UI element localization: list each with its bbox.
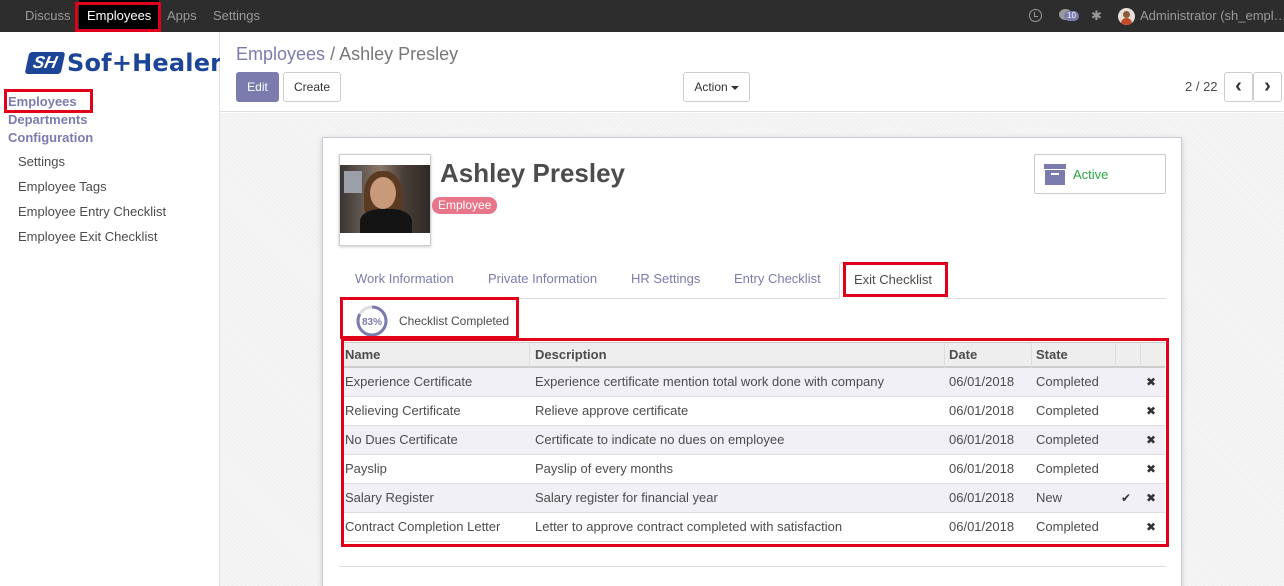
- active-toggle-button[interactable]: Active: [1034, 154, 1166, 194]
- tab-work-information[interactable]: Work Information: [355, 262, 454, 299]
- action-label: Action: [694, 80, 728, 94]
- remove-x-icon[interactable]: ✖: [1146, 455, 1156, 483]
- employee-form-sheet: Ashley Presley Employee Active Work Info…: [322, 137, 1182, 586]
- logo-mark: SH: [24, 52, 66, 74]
- checklist-completed-label: Checklist Completed: [399, 314, 510, 328]
- remove-x-icon[interactable]: ✖: [1146, 368, 1156, 396]
- logo-text: Sof+Healer: [67, 49, 223, 77]
- cell-state: Completed: [1036, 461, 1099, 476]
- cell-date: 06/01/2018: [949, 403, 1015, 418]
- edit-button[interactable]: Edit: [236, 72, 279, 102]
- menu-apps[interactable]: Apps: [167, 0, 197, 32]
- cell-name: Relieving Certificate: [345, 403, 461, 418]
- cell-description: Relieve approve certificate: [535, 403, 689, 418]
- table-row[interactable]: Relieving Certificate Relieve approve cer…: [343, 397, 1165, 426]
- employee-photo[interactable]: [339, 154, 431, 246]
- cell-date: 06/01/2018: [949, 374, 1015, 389]
- table-row[interactable]: Salary Register Salary register for finan…: [343, 484, 1165, 513]
- tab-entry-checklist[interactable]: Entry Checklist: [734, 262, 821, 299]
- sidebar-section-employees[interactable]: Employees: [8, 94, 77, 109]
- menu-discuss[interactable]: Discuss: [25, 0, 71, 32]
- cell-description: Certificate to indicate no dues on emplo…: [535, 432, 785, 447]
- cell-description: Payslip of every months: [535, 461, 674, 476]
- remove-x-icon[interactable]: ✖: [1146, 513, 1156, 541]
- sidebar-section-departments[interactable]: Departments: [8, 112, 87, 127]
- clock-icon[interactable]: [1029, 9, 1042, 22]
- softhealer-logo: SH Sof+Healer: [24, 49, 223, 77]
- tab-hr-settings[interactable]: HR Settings: [631, 262, 700, 299]
- active-status-label: Active: [1073, 167, 1109, 182]
- cell-description: Experience certificate mention total wor…: [535, 374, 885, 389]
- column-header-name[interactable]: Name: [345, 343, 380, 367]
- checklist-progress-ring: 83%: [356, 305, 388, 337]
- sheet-divider: [339, 566, 1166, 567]
- employee-name: Ashley Presley: [440, 158, 626, 188]
- menu-settings[interactable]: Settings: [213, 0, 260, 32]
- mark-complete-check-icon[interactable]: ✔: [1121, 484, 1131, 512]
- bug-icon[interactable]: ✱: [1091, 9, 1102, 22]
- cell-date: 06/01/2018: [949, 519, 1015, 534]
- tab-private-information[interactable]: Private Information: [488, 262, 597, 299]
- sidebar-item-settings[interactable]: Settings: [18, 154, 65, 169]
- chevron-left-icon: ‹: [1235, 75, 1242, 97]
- breadcrumb-current: Ashley Presley: [339, 44, 459, 64]
- employee-category-tag: Employee: [432, 197, 498, 214]
- caret-down-icon: [730, 85, 739, 90]
- employee-photo-image: [340, 165, 430, 233]
- action-dropdown[interactable]: Action: [683, 72, 750, 102]
- breadcrumb-employees-link[interactable]: Employees: [236, 44, 325, 64]
- table-body: Experience Certificate Experience certifi…: [343, 368, 1165, 542]
- form-view-background: Ashley Presley Employee Active Work Info…: [220, 113, 1284, 586]
- column-header-date[interactable]: Date: [949, 343, 977, 367]
- exit-checklist-table: Name Description Date State Experience C…: [343, 342, 1165, 542]
- sidebar-item-exit-checklist[interactable]: Employee Exit Checklist: [18, 229, 157, 244]
- user-avatar[interactable]: [1118, 8, 1135, 25]
- breadcrumb: Employees / Ashley Presley: [236, 44, 458, 65]
- cell-date: 06/01/2018: [949, 432, 1015, 447]
- cell-name: Payslip: [345, 461, 387, 476]
- cell-description: Letter to approve contract completed wit…: [535, 519, 843, 534]
- breadcrumb-separator: /: [330, 44, 336, 64]
- cell-state: Completed: [1036, 519, 1099, 534]
- progress-percent: 83%: [362, 317, 382, 328]
- table-row[interactable]: No Dues Certificate Certificate to indica…: [343, 426, 1165, 455]
- chevron-right-icon: ›: [1264, 75, 1271, 97]
- create-button[interactable]: Create: [283, 72, 341, 102]
- sidebar-item-employee-tags[interactable]: Employee Tags: [18, 179, 107, 194]
- cell-date: 06/01/2018: [949, 461, 1015, 476]
- user-menu[interactable]: Administrator (sh_empl…: [1140, 0, 1284, 32]
- sidebar-section-configuration[interactable]: Configuration: [8, 130, 93, 145]
- remove-x-icon[interactable]: ✖: [1146, 397, 1156, 425]
- column-header-description[interactable]: Description: [535, 343, 607, 367]
- table-header: Name Description Date State: [343, 342, 1165, 368]
- control-panel: Employees / Ashley Presley Edit Create A…: [220, 32, 1284, 112]
- sidebar-item-entry-checklist[interactable]: Employee Entry Checklist: [18, 204, 166, 219]
- remove-x-icon[interactable]: ✖: [1146, 484, 1156, 512]
- cell-description: Salary register for financial year: [535, 490, 718, 505]
- archive-icon: [1044, 164, 1066, 185]
- remove-x-icon[interactable]: ✖: [1146, 426, 1156, 454]
- table-row[interactable]: Contract Completion Letter Letter to appr…: [343, 513, 1165, 542]
- cell-state: Completed: [1036, 374, 1099, 389]
- cell-state: Completed: [1036, 432, 1099, 447]
- cell-state: New: [1036, 490, 1063, 505]
- tab-exit-checklist[interactable]: Exit Checklist: [839, 262, 948, 299]
- pager-value[interactable]: 2 / 22: [1185, 79, 1218, 94]
- cell-name: No Dues Certificate: [345, 432, 458, 447]
- notebook-tabs: Work Information Private Information HR …: [339, 262, 1166, 299]
- sidebar: SH Sof+Healer Employees Departments Conf…: [0, 32, 223, 586]
- cell-name: Salary Register: [345, 490, 434, 505]
- table-row[interactable]: Payslip Payslip of every months 06/01/2018…: [343, 455, 1165, 484]
- pager-next-button[interactable]: ›: [1253, 72, 1282, 102]
- top-navbar: Discuss Employees Apps Settings 10 ✱ Adm…: [0, 0, 1284, 32]
- cell-state: Completed: [1036, 403, 1099, 418]
- table-row[interactable]: Experience Certificate Experience certifi…: [343, 368, 1165, 397]
- column-header-state[interactable]: State: [1036, 343, 1068, 367]
- cell-name: Contract Completion Letter: [345, 519, 501, 534]
- messages-count-badge: 10: [1064, 11, 1079, 21]
- cell-date: 06/01/2018: [949, 490, 1015, 505]
- menu-employees[interactable]: Employees: [79, 0, 160, 32]
- cell-name: Experience Certificate: [345, 374, 473, 389]
- pager-previous-button[interactable]: ‹: [1224, 72, 1253, 102]
